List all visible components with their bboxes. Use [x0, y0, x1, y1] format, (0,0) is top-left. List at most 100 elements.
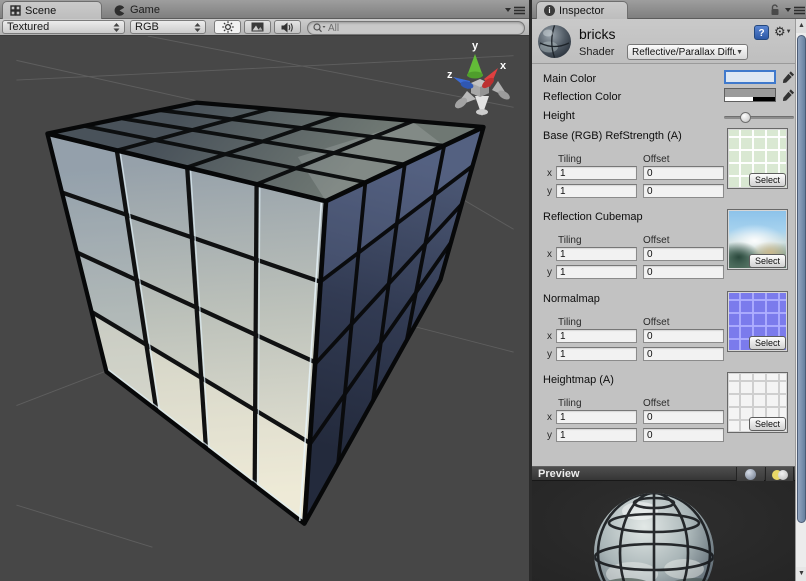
texture-section-heightmap: Heightmap (A) Tiling Offset x y Select — [532, 372, 795, 447]
inspector-panel-menu-icon[interactable] — [784, 5, 806, 16]
select-button[interactable]: Select — [749, 336, 786, 350]
x-row-label: x — [547, 412, 552, 423]
y-row-label: y — [547, 430, 552, 441]
open-padlock-icon[interactable] — [769, 4, 781, 16]
speaker-icon — [281, 22, 294, 33]
scene-panel-menu-icon[interactable] — [504, 5, 526, 16]
offset-y-field[interactable] — [643, 428, 724, 442]
base-texture-thumbnail[interactable]: Select — [727, 128, 788, 189]
preview-title: Preview — [538, 468, 580, 480]
scene-lighting-toggle[interactable] — [214, 20, 241, 34]
shader-value: Reflective/Parallax Diffuse — [632, 47, 736, 58]
section-label: Normalmap — [543, 293, 600, 305]
scene-effects-toggle[interactable] — [244, 20, 271, 34]
scroll-down-button[interactable]: ▼ — [796, 567, 806, 581]
unity-editor-window: Scene Game Textured RGB — [0, 0, 806, 581]
tiling-y-field[interactable] — [556, 428, 637, 442]
updown-arrows-icon — [113, 23, 120, 32]
offset-x-field[interactable] — [643, 329, 724, 343]
tiling-header: Tiling — [558, 398, 582, 409]
tab-scene[interactable]: Scene — [2, 1, 102, 19]
shader-label: Shader — [579, 46, 614, 58]
sphere-icon — [745, 469, 756, 480]
gizmo-z-axis[interactable] — [453, 77, 474, 90]
cubemap-texture-thumbnail[interactable]: Select — [727, 209, 788, 270]
x-row-label: x — [547, 249, 552, 260]
pacman-icon — [113, 4, 126, 17]
tiling-y-field[interactable] — [556, 265, 637, 279]
tiling-header: Tiling — [558, 154, 582, 165]
updown-arrows-icon — [194, 23, 201, 32]
preview-sphere — [532, 481, 795, 581]
gizmo-y-axis[interactable] — [467, 54, 483, 79]
tab-inspector-label: Inspector — [559, 5, 604, 17]
scroll-up-button[interactable]: ▲ — [796, 19, 806, 33]
tiling-x-field[interactable] — [556, 247, 637, 261]
preview-lighting-button[interactable] — [765, 467, 794, 482]
tab-game[interactable]: Game — [106, 1, 192, 19]
preview-shape-button[interactable] — [736, 467, 764, 482]
material-ball-thumbnail — [537, 24, 572, 59]
eyedropper-icon[interactable] — [782, 88, 795, 102]
material-name: bricks — [579, 26, 616, 42]
preview-header[interactable]: Preview — [532, 466, 795, 481]
tiling-x-field[interactable] — [556, 329, 637, 343]
main-color-swatch[interactable] — [724, 70, 776, 84]
heightmap-texture-thumbnail[interactable]: Select — [727, 372, 788, 433]
select-button[interactable]: Select — [749, 173, 786, 187]
main-color-label: Main Color — [543, 73, 596, 85]
scene-tabstrip: Scene Game — [0, 0, 530, 19]
tab-inspector[interactable]: i Inspector — [536, 1, 628, 19]
info-icon: i — [544, 5, 555, 16]
offset-y-field[interactable] — [643, 184, 724, 198]
orientation-gizmo[interactable]: y x z — [440, 38, 524, 118]
color-channel-dropdown[interactable]: RGB — [130, 20, 206, 34]
tiling-x-field[interactable] — [556, 410, 637, 424]
texture-section-base: Base (RGB) RefStrength (A) Tiling Offset… — [532, 128, 795, 203]
section-label: Base (RGB) RefStrength (A) — [543, 130, 682, 142]
offset-x-field[interactable] — [643, 410, 724, 424]
alpha-bar — [725, 97, 775, 101]
select-button[interactable]: Select — [749, 254, 786, 268]
scrollbar-thumb[interactable] — [797, 35, 806, 523]
offset-x-field[interactable] — [643, 166, 724, 180]
offset-header: Offset — [643, 317, 670, 328]
height-slider[interactable] — [724, 116, 794, 119]
gizmo-x-label: x — [500, 60, 507, 72]
help-book-icon[interactable]: ? — [754, 25, 769, 40]
inspector-scrollbar[interactable]: ▲ ▼ — [795, 19, 806, 581]
x-row-label: x — [547, 331, 552, 342]
render-mode-dropdown[interactable]: Textured — [2, 20, 125, 34]
grid-icon — [10, 5, 21, 16]
material-preview[interactable] — [532, 481, 795, 581]
texture-section-cubemap: Reflection Cubemap Tiling Offset x y Sel… — [532, 209, 795, 284]
gizmo-y-label: y — [472, 40, 479, 52]
shader-dropdown[interactable]: Reflective/Parallax Diffuse ▼ — [627, 44, 748, 60]
reflection-color-swatch[interactable] — [724, 88, 776, 102]
gear-icon[interactable]: ⚙▼ — [774, 24, 793, 40]
magnifier-icon — [313, 23, 326, 33]
offset-header: Offset — [643, 154, 670, 165]
tiling-y-field[interactable] — [556, 347, 637, 361]
x-row-label: x — [547, 168, 552, 179]
scene-search-input[interactable] — [326, 22, 496, 35]
select-button[interactable]: Select — [749, 417, 786, 431]
scene-viewport[interactable]: y x z — [0, 36, 530, 581]
inspector-content: bricks Shader Reflective/Parallax Diffus… — [532, 19, 795, 466]
offset-header: Offset — [643, 398, 670, 409]
scene-search-field[interactable] — [307, 21, 525, 35]
section-label: Reflection Cubemap — [543, 211, 643, 223]
height-label: Height — [543, 110, 575, 122]
textured-cube[interactable] — [47, 103, 483, 524]
offset-header: Offset — [643, 235, 670, 246]
tiling-y-field[interactable] — [556, 184, 637, 198]
offset-y-field[interactable] — [643, 265, 724, 279]
tiling-x-field[interactable] — [556, 166, 637, 180]
eyedropper-icon[interactable] — [782, 70, 795, 84]
normalmap-texture-thumbnail[interactable]: Select — [727, 291, 788, 352]
offset-x-field[interactable] — [643, 247, 724, 261]
tiling-header: Tiling — [558, 235, 582, 246]
offset-y-field[interactable] — [643, 347, 724, 361]
height-slider-handle[interactable] — [740, 112, 751, 123]
scene-audio-toggle[interactable] — [274, 20, 301, 34]
